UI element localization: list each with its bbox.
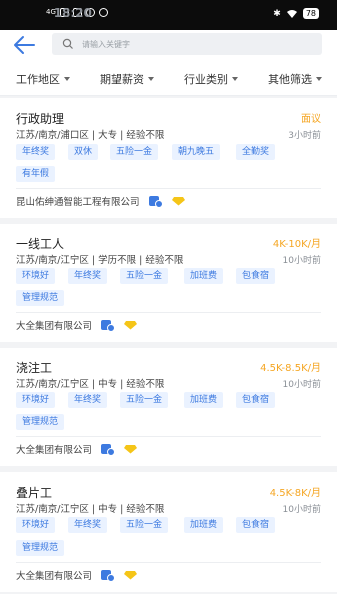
job-title: 叠片工 xyxy=(16,486,53,500)
search-placeholder: 请输入关键字 xyxy=(82,39,130,49)
company-row[interactable]: 大全集团有限公司 xyxy=(16,318,138,332)
job-tag: 年终奖 xyxy=(68,268,108,284)
card-divider xyxy=(16,188,321,189)
status-bar: 4G 18:20 ✱ 78 xyxy=(0,0,337,30)
status-icon xyxy=(98,8,108,17)
job-meta: 江苏/南京/江宁区 | 中专 | 经验不限 xyxy=(16,504,165,515)
wifi-icon xyxy=(286,9,297,18)
diamond-icon xyxy=(124,571,138,580)
job-tag: 包食宿 xyxy=(236,392,276,408)
caret-down-icon xyxy=(148,77,154,81)
job-tag: 年终奖 xyxy=(16,144,56,160)
filter-label: 行业类别 xyxy=(184,73,228,86)
company-name: 大全集团有限公司 xyxy=(16,445,93,456)
filter-industry[interactable]: 行业类别 xyxy=(184,71,238,87)
job-tag: 加班费 xyxy=(184,517,224,533)
filter-bar: 工作地区 期望薪资 行业类别 其他筛选 xyxy=(0,60,337,96)
back-arrow-icon[interactable] xyxy=(12,34,36,56)
filter-label: 其他筛选 xyxy=(268,73,312,86)
job-tag: 加班费 xyxy=(184,268,224,284)
job-card[interactable]: 行政助理 面议 江苏/南京/浦口区 | 大专 | 经验不限 3小时前 年终奖 双… xyxy=(0,98,337,218)
job-meta: 江苏/南京/江宁区 | 中专 | 经验不限 xyxy=(16,379,165,390)
job-tag: 年终奖 xyxy=(68,517,108,533)
job-tag: 有年假 xyxy=(16,166,56,182)
caret-down-icon xyxy=(316,77,322,81)
job-salary: 面议 xyxy=(301,114,321,125)
job-posted-time: 10小时前 xyxy=(282,380,321,390)
job-tag: 五险一金 xyxy=(120,392,169,408)
company-name: 大全集团有限公司 xyxy=(16,571,93,582)
job-salary: 4.5K-8.5K/月 xyxy=(260,363,321,374)
job-posted-time: 10小时前 xyxy=(282,505,321,515)
job-salary: 4.5K-8K/月 xyxy=(269,488,321,499)
diamond-icon xyxy=(171,197,185,206)
job-tag: 包食宿 xyxy=(236,517,276,533)
job-card[interactable]: 叠片工 4.5K-8K/月 江苏/南京/江宁区 | 中专 | 经验不限 10小时… xyxy=(0,472,337,592)
job-tag: 年终奖 xyxy=(68,392,108,408)
job-tag: 双休 xyxy=(68,144,99,160)
card-divider xyxy=(16,312,321,313)
caret-down-icon xyxy=(232,77,238,81)
caret-down-icon xyxy=(64,77,70,81)
job-posted-time: 10小时前 xyxy=(282,256,321,266)
job-salary: 4K-10K/月 xyxy=(272,239,321,250)
job-tag: 管理规范 xyxy=(16,540,65,556)
company-row[interactable]: 大全集团有限公司 xyxy=(16,442,138,456)
job-tag: 五险一金 xyxy=(110,144,159,160)
job-tag: 管理规范 xyxy=(16,290,65,306)
job-tag: 环境好 xyxy=(16,392,56,408)
job-title: 浇注工 xyxy=(16,361,53,375)
company-row[interactable]: 大全集团有限公司 xyxy=(16,568,138,582)
diamond-icon xyxy=(124,321,138,330)
clock: 18:20 xyxy=(53,5,92,20)
job-tag: 全勤奖 xyxy=(236,144,276,160)
company-name: 昆山佑绅通智能工程有限公司 xyxy=(16,197,140,208)
search-icon xyxy=(62,38,73,49)
filter-other[interactable]: 其他筛选 xyxy=(268,71,322,87)
verified-company-icon xyxy=(148,195,163,208)
filter-label: 期望薪资 xyxy=(100,73,144,86)
filter-label: 工作地区 xyxy=(16,73,60,86)
job-meta: 江苏/南京/江宁区 | 学历不限 | 经验不限 xyxy=(16,255,184,266)
job-title: 一线工人 xyxy=(16,237,65,251)
job-tag: 五险一金 xyxy=(120,517,169,533)
job-card[interactable]: 一线工人 4K-10K/月 江苏/南京/江宁区 | 学历不限 | 经验不限 10… xyxy=(0,224,337,342)
job-tag: 环境好 xyxy=(16,268,56,284)
verified-company-icon xyxy=(101,319,116,332)
top-bar: 请输入关键字 xyxy=(0,30,337,60)
bluetooth-icon: ✱ xyxy=(273,8,281,19)
job-posted-time: 3小时前 xyxy=(288,131,321,141)
job-title: 行政助理 xyxy=(16,112,65,126)
diamond-icon xyxy=(124,445,138,454)
search-input[interactable]: 请输入关键字 xyxy=(52,33,322,55)
verified-company-icon xyxy=(101,443,116,456)
company-name: 大全集团有限公司 xyxy=(16,321,93,332)
job-tag: 朝九晚五 xyxy=(172,144,221,160)
job-tag: 管理规范 xyxy=(16,414,65,430)
company-row[interactable]: 昆山佑绅通智能工程有限公司 xyxy=(16,194,186,208)
card-divider xyxy=(16,562,321,563)
battery-indicator: 78 xyxy=(302,8,319,19)
card-divider xyxy=(16,436,321,437)
job-card[interactable]: 浇注工 4.5K-8.5K/月 江苏/南京/江宁区 | 中专 | 经验不限 10… xyxy=(0,348,337,466)
job-tag: 五险一金 xyxy=(120,268,169,284)
job-meta: 江苏/南京/浦口区 | 大专 | 经验不限 xyxy=(16,130,165,141)
filter-salary[interactable]: 期望薪资 xyxy=(100,71,154,87)
next-card-edge xyxy=(0,594,337,600)
job-tag: 包食宿 xyxy=(236,268,276,284)
job-tag: 加班费 xyxy=(184,392,224,408)
filter-region[interactable]: 工作地区 xyxy=(16,71,70,87)
job-tag: 环境好 xyxy=(16,517,56,533)
verified-company-icon xyxy=(101,569,116,582)
